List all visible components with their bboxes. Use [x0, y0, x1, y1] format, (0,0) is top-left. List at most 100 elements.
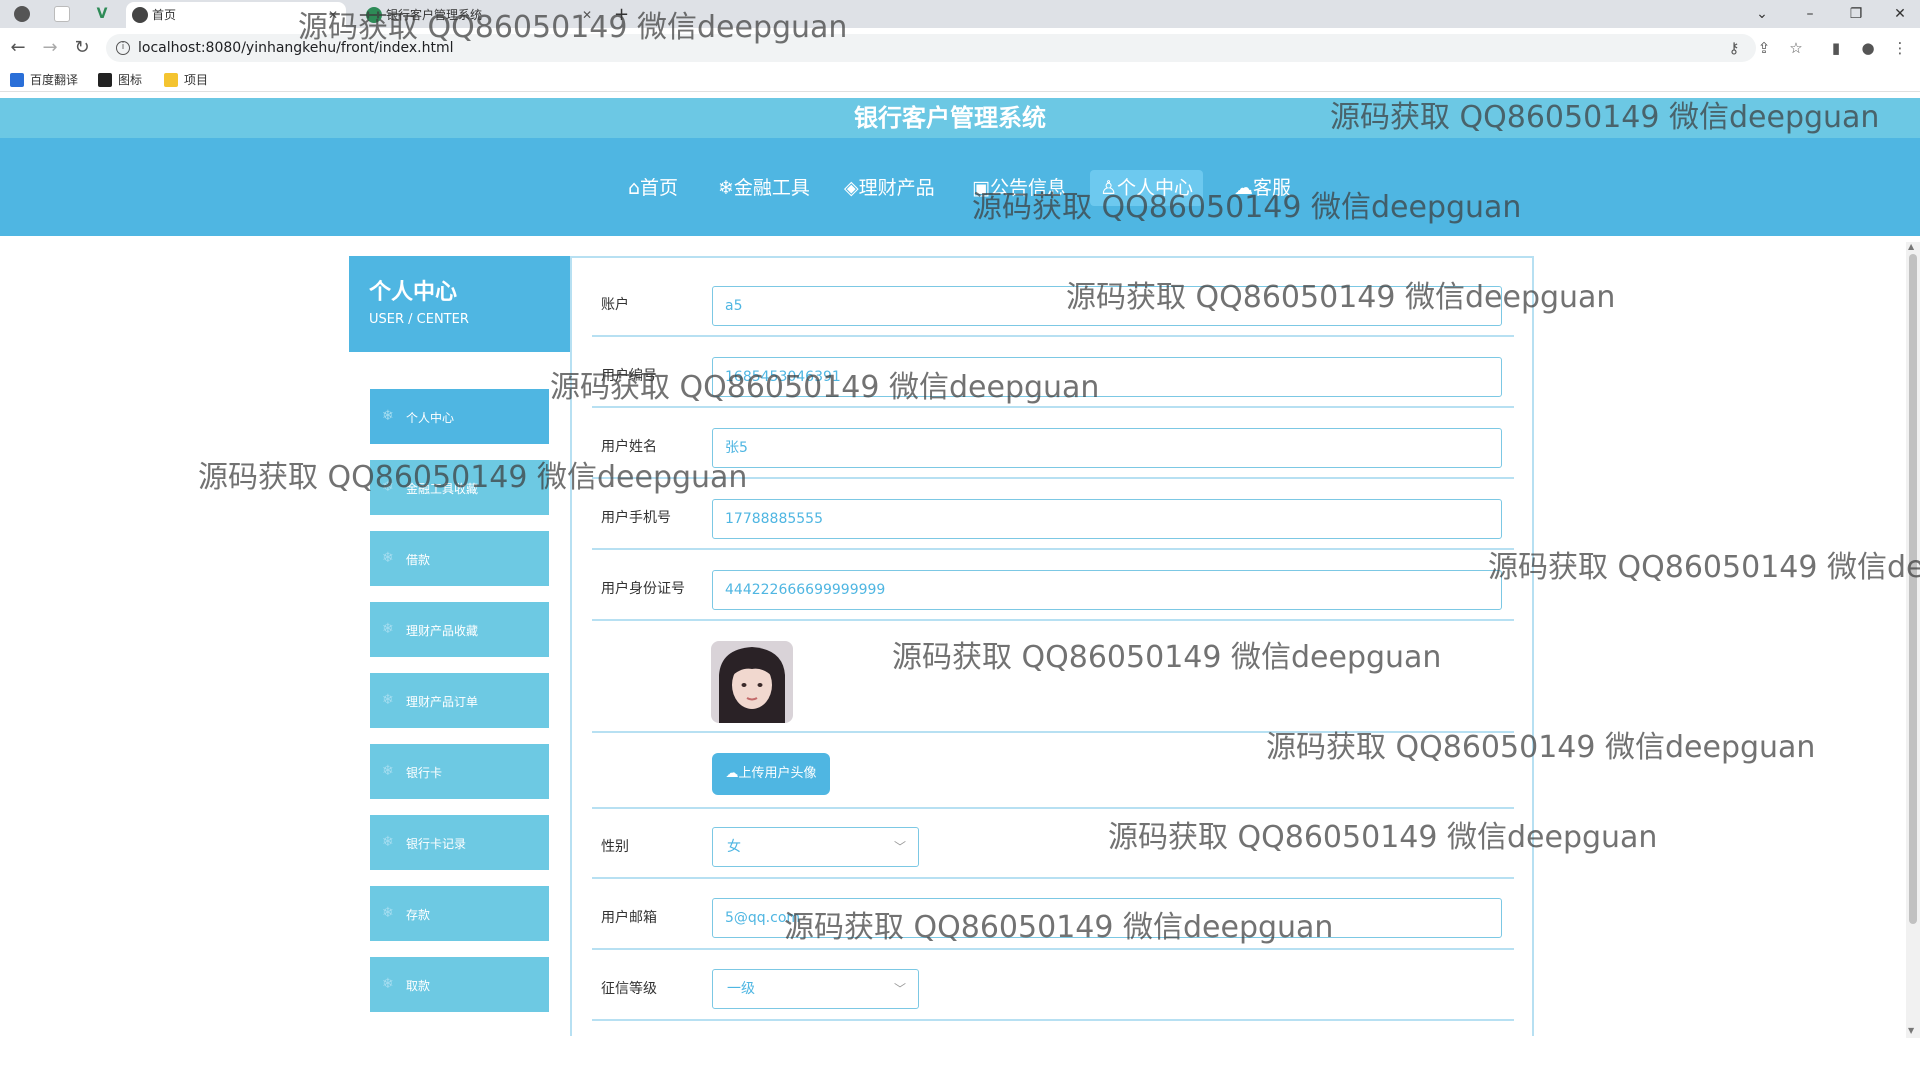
close-icon[interactable]: ✕	[582, 2, 592, 28]
address-bar: ← → ↻ i localhost:8080/yinhangkehu/front…	[0, 28, 1920, 68]
tab-system[interactable]: 银行客户管理系统 ✕	[360, 2, 600, 28]
browser-profile-icon[interactable]	[14, 6, 30, 22]
credit-level-select[interactable]: 一级 ﹀	[712, 969, 919, 1009]
upload-avatar-button[interactable]: ☁上传用户头像	[712, 753, 830, 795]
snowflake-icon: ❄	[382, 692, 394, 708]
page-scrollbar[interactable]: ▲ ▼	[1906, 242, 1920, 1038]
tab-title: 首页	[152, 8, 177, 22]
row-divider	[592, 807, 1514, 809]
sidebar-item[interactable]: ❄ 银行卡记录	[370, 815, 549, 870]
nav-finance-tools[interactable]: ❄金融工具	[708, 170, 820, 206]
nav-notices[interactable]: ▣公告信息	[962, 170, 1076, 206]
sidebar-item[interactable]: ❄ 借款	[370, 531, 549, 586]
phone-label: 用户手机号	[601, 510, 671, 526]
site-title: 银行客户管理系统	[854, 104, 1046, 132]
snowflake-icon: ❄	[382, 905, 394, 921]
info-icon[interactable]: i	[116, 41, 130, 55]
sidebar-item-label: 银行卡	[406, 766, 443, 780]
chevron-down-icon[interactable]: ⌄	[1742, 2, 1782, 26]
account-label: 账户	[601, 297, 629, 313]
globe-icon	[132, 7, 148, 23]
side-panel-icon[interactable]: ▮	[1824, 36, 1848, 60]
nav-service[interactable]: ☁客服	[1224, 170, 1301, 206]
chevron-down-icon: ﹀	[893, 840, 906, 854]
bookmark-label: 百度翻译	[30, 73, 79, 87]
row-divider	[592, 619, 1514, 621]
user-name-input[interactable]: 张5	[712, 428, 1502, 468]
scroll-down-icon[interactable]: ▼	[1908, 1026, 1914, 1035]
row-divider	[592, 731, 1514, 733]
email-label: 用户邮箱	[601, 910, 657, 926]
sidebar-item-label: 金融工具收藏	[406, 482, 479, 496]
minimize-icon[interactable]: –	[1790, 2, 1830, 26]
snowflake-icon: ❄	[382, 763, 394, 779]
bookmarks-bar: 百度翻译 图标 项目	[0, 68, 1920, 92]
credit-level-label: 征信等级	[601, 981, 657, 997]
sidebar-subtitle: USER / CENTER	[369, 312, 469, 327]
main-nav: ⌂首页 ❄金融工具 ◈理财产品 ▣公告信息 ♙个人中心 ☁客服	[0, 138, 1920, 236]
email-input[interactable]: 5@qq.com	[712, 898, 1502, 938]
scrollbar-thumb[interactable]	[1909, 254, 1917, 924]
sidebar-item[interactable]: ❄ 取款	[370, 957, 549, 1012]
id-card-input[interactable]: 444222666699999999	[712, 570, 1502, 610]
snowflake-icon: ❄	[382, 621, 394, 637]
sidebar-item-label: 存款	[406, 908, 431, 922]
key-icon[interactable]: ⚷	[1722, 36, 1746, 60]
row-divider	[592, 335, 1514, 337]
profile-icon[interactable]: ●	[1856, 36, 1880, 60]
sidebar-item[interactable]: ❄ 理财产品收藏	[370, 602, 549, 657]
sidebar-item[interactable]: ❄ 银行卡	[370, 744, 549, 799]
snowflake-icon: ❄	[382, 834, 394, 850]
sidebar-item-label: 个人中心	[406, 411, 455, 425]
bookmark-project[interactable]: 项目	[164, 72, 208, 88]
phone-input[interactable]: 17788885555	[712, 499, 1502, 539]
nav-home[interactable]: ⌂首页	[618, 170, 688, 206]
snowflake-icon: ❄	[382, 479, 394, 495]
sidebar-item[interactable]: ❄ 金融工具收藏	[370, 460, 549, 515]
bookmark-icons[interactable]: 图标	[98, 72, 142, 88]
vue-icon	[366, 7, 382, 23]
row-divider	[592, 1019, 1514, 1021]
url-text[interactable]: localhost:8080/yinhangkehu/front/index.h…	[138, 34, 454, 62]
nav-user-center[interactable]: ♙个人中心	[1090, 170, 1204, 206]
user-name-label: 用户姓名	[601, 439, 657, 455]
gender-select[interactable]: 女 ﹀	[712, 827, 919, 867]
tab-home[interactable]: 首页 ✕	[126, 2, 346, 28]
vue-tab-icon[interactable]: V	[94, 6, 110, 22]
user-code-input[interactable]: 1685453046391	[712, 357, 1502, 397]
menu-icon[interactable]: ⋮	[1888, 36, 1912, 60]
user-code-label: 用户编号	[601, 368, 657, 384]
blank-tab-icon[interactable]	[54, 6, 70, 22]
forward-icon[interactable]: →	[38, 36, 62, 60]
sidebar-header: 个人中心 USER / CENTER	[349, 256, 571, 352]
chevron-down-icon: ﹀	[893, 982, 906, 996]
snowflake-icon: ❄	[382, 976, 394, 992]
new-tab-button[interactable]: +	[606, 2, 636, 28]
sidebar-item[interactable]: ❄ 个人中心	[370, 389, 549, 444]
close-window-icon[interactable]: ✕	[1880, 2, 1920, 26]
bookmark-label: 图标	[118, 73, 143, 87]
restore-icon[interactable]: ❐	[1836, 2, 1876, 26]
close-icon[interactable]: ✕	[328, 2, 338, 28]
gender-label: 性别	[601, 839, 629, 855]
back-icon[interactable]: ←	[6, 36, 30, 60]
sidebar-title: 个人中心	[369, 280, 458, 305]
account-input[interactable]: a5	[712, 286, 1502, 326]
star-icon[interactable]: ☆	[1784, 36, 1808, 60]
scroll-up-icon[interactable]: ▲	[1908, 242, 1914, 251]
sidebar-item[interactable]: ❄ 理财产品订单	[370, 673, 549, 728]
sidebar-item-label: 取款	[406, 979, 431, 993]
nav-products[interactable]: ◈理财产品	[834, 170, 945, 206]
bookmark-fanyi[interactable]: 百度翻译	[10, 72, 78, 88]
sidebar-item-label: 理财产品订单	[406, 695, 479, 709]
snowflake-icon: ❄	[382, 408, 394, 424]
reload-icon[interactable]: ↻	[70, 36, 94, 60]
row-divider	[592, 477, 1514, 479]
sidebar-item-label: 借款	[406, 553, 431, 567]
sidebar-item[interactable]: ❄ 存款	[370, 886, 549, 941]
gender-value: 女	[727, 839, 741, 855]
share-icon[interactable]: ⇪	[1752, 36, 1776, 60]
url-field[interactable]: i localhost:8080/yinhangkehu/front/index…	[106, 34, 1756, 62]
site-header: 银行客户管理系统	[0, 98, 1920, 138]
credit-level-value: 一级	[727, 981, 755, 997]
